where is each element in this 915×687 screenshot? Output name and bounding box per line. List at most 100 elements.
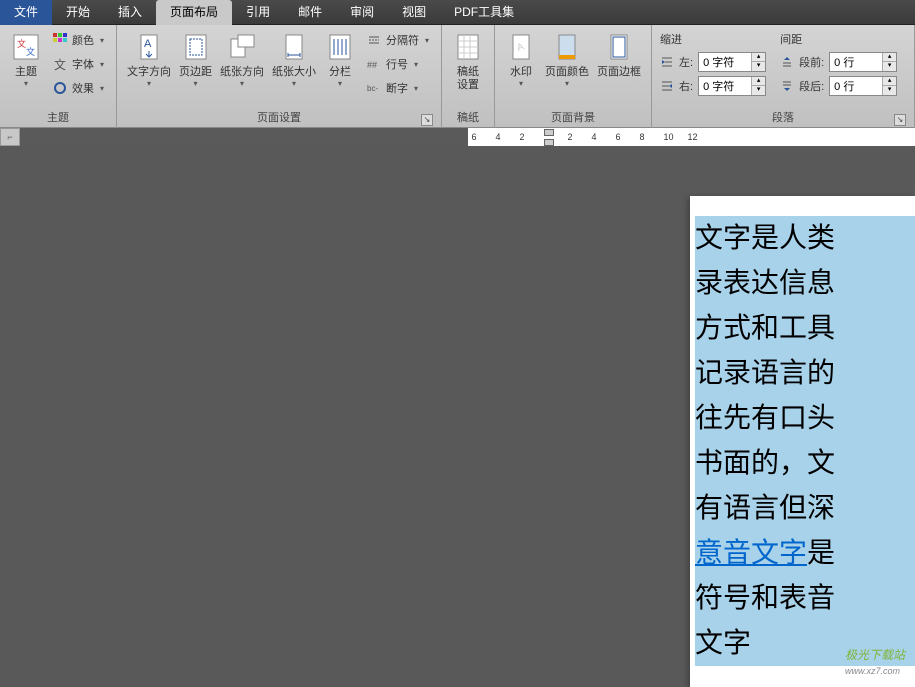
doc-line: 有语言但深 — [695, 492, 835, 523]
svg-text:bc-: bc- — [367, 84, 378, 93]
horizontal-ruler[interactable]: 6 4 2 2 4 6 8 10 12 — [468, 128, 915, 146]
space-before-input[interactable]: ▴▾ — [829, 52, 897, 72]
themes-button[interactable]: 文文 主题 ▾ — [6, 27, 46, 88]
breaks-label: 分隔符 — [386, 32, 419, 48]
space-after-label: 段后: — [799, 78, 824, 94]
tab-start[interactable]: 开始 — [52, 0, 104, 25]
group-page-setup: A 文字方向▾ 页边距▾ 纸张方向▾ 纸张大小▾ 分栏▾ — [117, 25, 442, 128]
document-page[interactable]: 文字是人类 录表达信息 方式和工具 记录语言的 往先有口头 书面的，文 有语言但… — [690, 196, 915, 687]
line-number-button[interactable]: ## 行号▾ — [362, 53, 433, 75]
spin-up[interactable]: ▴ — [882, 77, 896, 86]
doc-line: 是 — [807, 537, 835, 568]
palette-icon — [52, 32, 68, 48]
space-before-icon — [780, 55, 794, 69]
page-border-icon — [603, 31, 635, 63]
spin-down[interactable]: ▾ — [751, 62, 765, 71]
ruler-num: 2 — [520, 132, 525, 142]
indent-right-label: 右: — [679, 78, 693, 94]
manuscript-icon — [452, 31, 484, 63]
ruler-num: 2 — [568, 132, 573, 142]
margin-icon — [180, 31, 212, 63]
margin-button[interactable]: 页边距▾ — [175, 27, 216, 88]
doc-line: 往先有口头 — [695, 402, 835, 433]
spin-down[interactable]: ▾ — [751, 86, 765, 95]
paper-size-button[interactable]: 纸张大小▾ — [268, 27, 320, 88]
tab-view[interactable]: 视图 — [388, 0, 440, 25]
spin-up[interactable]: ▴ — [751, 77, 765, 86]
indent-left-icon — [660, 55, 674, 69]
ruler-num: 12 — [688, 132, 698, 142]
ruler-num: 10 — [664, 132, 674, 142]
watermark-button[interactable]: A 水印▾ — [501, 27, 541, 88]
text-direction-label: 文字方向 — [127, 66, 171, 79]
spin-up[interactable]: ▴ — [882, 53, 896, 62]
doc-line: 记录语言的 — [695, 357, 835, 388]
space-after-input[interactable]: ▴▾ — [829, 76, 897, 96]
tab-reference[interactable]: 引用 — [232, 0, 284, 25]
themes-label: 主题 — [15, 66, 37, 79]
page-color-label: 页面颜色 — [545, 66, 589, 79]
indent-left-input[interactable]: ▴▾ — [698, 52, 766, 72]
ruler-corner[interactable]: ⌐ — [0, 128, 20, 146]
page-setup-launcher[interactable]: ↘ — [421, 114, 433, 126]
ruler-num: 6 — [616, 132, 621, 142]
tab-page-layout[interactable]: 页面布局 — [156, 0, 232, 25]
site-watermark: 极光下载站 www.xz7.com — [845, 646, 905, 677]
tab-mail[interactable]: 邮件 — [284, 0, 336, 25]
page-color-button[interactable]: 页面颜色▾ — [541, 27, 593, 88]
spin-up[interactable]: ▴ — [751, 53, 765, 62]
hyphenation-button[interactable]: bc- 断字▾ — [362, 77, 433, 99]
paragraph-launcher[interactable]: ↘ — [894, 114, 906, 126]
watermark-url: www.xz7.com — [845, 666, 900, 676]
margin-label: 页边距 — [179, 66, 212, 79]
paper-size-icon — [278, 31, 310, 63]
effect-icon — [52, 80, 68, 96]
group-theme-label: 主题 — [6, 107, 110, 128]
theme-effect-label: 效果 — [72, 80, 94, 96]
themes-icon: 文文 — [10, 31, 42, 63]
hanging-indent-marker[interactable] — [544, 139, 554, 146]
document-selection[interactable]: 文字是人类 录表达信息 方式和工具 记录语言的 往先有口头 书面的，文 有语言但… — [695, 216, 915, 666]
first-line-indent-marker[interactable] — [544, 129, 554, 136]
spin-down[interactable]: ▾ — [882, 86, 896, 95]
theme-font-button[interactable]: 文 字体▾ — [48, 53, 108, 75]
doc-line: 文字 — [695, 627, 751, 658]
hyphen-icon: bc- — [366, 80, 382, 96]
ribbon: 文文 主题 ▾ 颜色▾ 文 字体▾ 效果▾ 主题 — [0, 25, 915, 128]
document-background[interactable] — [0, 146, 680, 687]
manuscript-button[interactable]: 稿纸 设置 — [448, 27, 488, 92]
orientation-button[interactable]: 纸张方向▾ — [216, 27, 268, 88]
watermark-label: 水印 — [510, 66, 532, 79]
tab-insert[interactable]: 插入 — [104, 0, 156, 25]
theme-effect-button[interactable]: 效果▾ — [48, 77, 108, 99]
file-tab[interactable]: 文件 — [0, 0, 52, 25]
breaks-button[interactable]: 分隔符▾ — [362, 29, 433, 51]
page-color-icon — [551, 31, 583, 63]
tab-review[interactable]: 审阅 — [336, 0, 388, 25]
group-page-setup-label: 页面设置 — [257, 112, 301, 124]
indent-left-label: 左: — [679, 54, 693, 70]
breaks-icon — [366, 32, 382, 48]
svg-text:文: 文 — [26, 46, 35, 57]
group-paragraph: 缩进 左: ▴▾ 右: ▴▾ 间距 段前: ▴▾ — [652, 25, 915, 128]
group-page-bg-label: 页面背景 — [501, 107, 645, 128]
doc-hyperlink[interactable]: 意音文字 — [695, 537, 807, 568]
watermark-name: 极光下载站 — [845, 648, 905, 662]
tab-pdf-tools[interactable]: PDF工具集 — [440, 0, 528, 25]
page-border-button[interactable]: 页面边框 — [593, 27, 645, 79]
group-paragraph-label: 段落 — [772, 112, 794, 124]
line-number-icon: ## — [366, 56, 382, 72]
indent-right-input[interactable]: ▴▾ — [698, 76, 766, 96]
line-number-label: 行号 — [386, 56, 408, 72]
theme-color-button[interactable]: 颜色▾ — [48, 29, 108, 51]
ruler-row: ⌐ 6 4 2 2 4 6 8 10 12 — [0, 128, 915, 146]
ruler-num: 4 — [496, 132, 501, 142]
font-icon: 文 — [52, 56, 68, 72]
text-direction-icon: A — [133, 31, 165, 63]
doc-line: 书面的，文 — [695, 447, 835, 478]
svg-text:##: ## — [367, 60, 377, 70]
indent-right-icon — [660, 79, 674, 93]
text-direction-button[interactable]: A 文字方向▾ — [123, 27, 175, 88]
columns-button[interactable]: 分栏▾ — [320, 27, 360, 88]
spin-down[interactable]: ▾ — [882, 62, 896, 71]
